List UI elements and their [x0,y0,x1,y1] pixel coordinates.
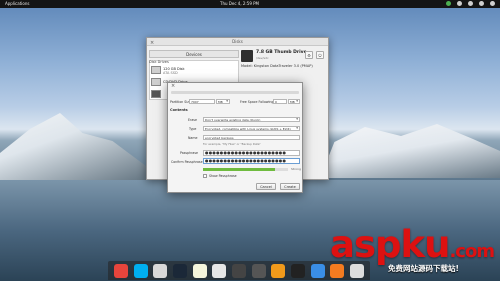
drive-model: Model: Kingston DataTraveler 3.0 (PMAP) [241,64,313,68]
passphrase-label: Passphrase [180,151,198,155]
usb-drive-icon [241,50,253,62]
disk-sub: ATA SSD [163,71,178,75]
wallpaper-mountain-left [0,113,150,185]
free-space-unit-select[interactable]: MB [288,99,300,104]
dialog-titlebar[interactable]: × [168,83,302,90]
watermark-subtitle: 免费网站源码下载站! [388,264,459,273]
applications-menu[interactable]: Applications [5,1,29,6]
steam-icon[interactable] [172,263,187,278]
cancel-button[interactable]: Cancel [256,183,276,190]
show-passphrase-checkbox[interactable] [203,174,207,178]
disk-icon[interactable] [151,66,161,74]
chrome-icon[interactable] [113,263,128,278]
partition-size-slider[interactable] [171,91,299,94]
sidebar-group-label: Disk Drives [149,60,169,64]
strength-bar-fill [203,168,276,171]
watermark-main: aspku [330,223,450,266]
contents-section-label: Contents [170,108,188,112]
free-space-label: Free Space Following [240,100,274,104]
type-label: Type [189,127,197,131]
settings-button[interactable]: ⚙ [305,51,313,59]
close-icon[interactable]: × [150,39,154,47]
window-title: Disks [232,39,243,44]
partition-unit-select[interactable]: MB [216,99,230,104]
system-tray [446,1,495,6]
watermark-tld: .com [449,241,495,262]
top-panel: Applications Thu Dec 4, 2:59 PM [0,0,500,8]
type-select[interactable]: Encrypted, compatible with Linux systems… [203,126,300,131]
partition-size-input[interactable]: 7907 [189,99,215,104]
erase-select[interactable]: Don't overwrite existing data (Quick) [203,117,300,122]
drive-title: 7.8 GB Thumb Drive [256,50,307,55]
thumb-drive-icon[interactable] [151,90,161,98]
document-icon[interactable] [212,263,227,278]
power-off-button[interactable]: ⏻ [316,51,324,59]
passphrase-strength-bar [203,168,288,171]
drive-device: /dev/sdc [256,56,269,60]
name-label: Name [188,136,198,140]
strength-label: Strong [291,167,301,171]
mail-icon[interactable] [310,263,325,278]
confirm-passphrase-input[interactable]: ●●●●●●●●●●●●●●●●●●●●●● [203,158,300,164]
volume-icon[interactable] [468,1,473,6]
wallpaper-mountain-right [320,124,500,178]
erase-label: Erase [188,118,197,122]
network-icon[interactable] [457,1,462,6]
console-icon[interactable] [291,263,306,278]
photos-icon[interactable] [251,263,266,278]
name-hint: For example, "My Files" or "Backup Data" [203,142,261,146]
optical-drive-icon[interactable] [151,78,161,86]
name-input[interactable]: encrypted backups [203,135,300,140]
close-icon[interactable]: × [171,83,175,90]
skype-icon[interactable] [133,263,148,278]
passphrase-input[interactable]: ●●●●●●●●●●●●●●●●●●●●●● [203,150,300,156]
notes-icon[interactable] [192,263,207,278]
battery-icon[interactable] [479,1,484,6]
free-space-input[interactable]: 0 [273,99,287,104]
show-passphrase-label[interactable]: Show Passphrase [209,174,237,178]
files-icon[interactable] [153,263,168,278]
music-icon[interactable] [271,263,286,278]
window-titlebar[interactable]: × Disks [147,38,328,46]
terminal-icon[interactable] [231,263,246,278]
create-button[interactable]: Create [280,183,300,190]
partition-size-label: Partition Size [170,100,191,104]
status-icon[interactable] [446,1,451,6]
sidebar-header: Devices [149,50,239,58]
power-icon[interactable] [490,1,495,6]
clock[interactable]: Thu Dec 4, 2:59 PM [220,1,259,6]
confirm-passphrase-label: Confirm Passphrase [171,160,203,164]
